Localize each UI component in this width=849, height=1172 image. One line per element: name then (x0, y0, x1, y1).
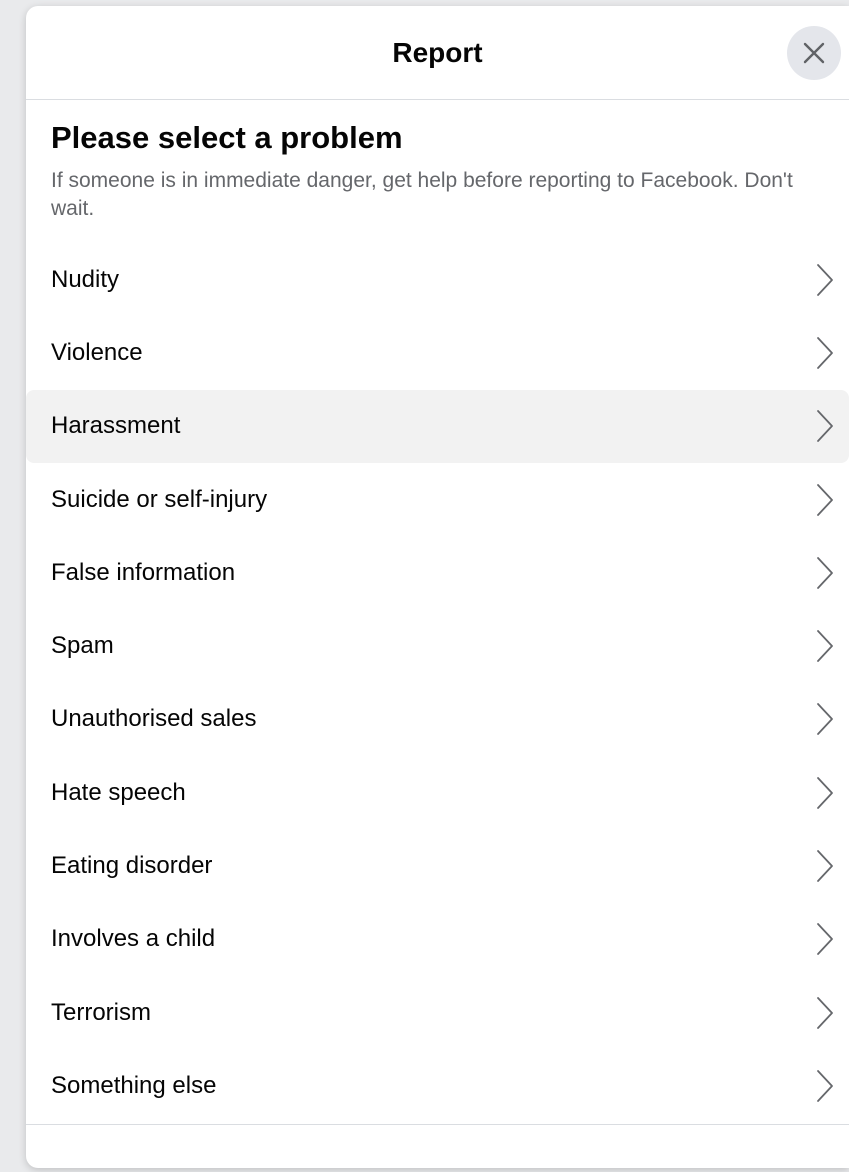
footer-divider (26, 1124, 849, 1125)
problem-item[interactable]: Terrorism (26, 976, 849, 1049)
problem-item[interactable]: Eating disorder (26, 829, 849, 902)
problem-item-label: False information (51, 558, 236, 586)
problem-item-label: Harassment (51, 412, 181, 440)
problem-item-label: Hate speech (51, 778, 186, 806)
chevron-right-icon (817, 923, 833, 956)
close-icon (803, 42, 825, 64)
problem-item[interactable]: Nudity (26, 243, 849, 316)
problem-item-label: Involves a child (51, 925, 216, 953)
problem-item-label: Terrorism (51, 998, 151, 1026)
problem-item-label: Unauthorised sales (51, 705, 257, 733)
problem-item-label: Something else (51, 1071, 217, 1099)
chevron-right-icon (817, 1070, 833, 1102)
dialog-title: Report (392, 37, 483, 68)
chevron-right-icon (817, 410, 833, 443)
chevron-right-icon (817, 703, 833, 736)
chevron-right-icon (817, 483, 833, 516)
chevron-right-icon (817, 337, 833, 369)
problem-item[interactable]: False information (26, 536, 849, 609)
problem-list: Nudity Violence Harassment Suicide or self-… (26, 243, 849, 1123)
problem-item[interactable]: Harassment (26, 389, 849, 463)
problem-item-label: Nudity (51, 265, 120, 293)
chevron-right-icon (817, 850, 833, 882)
report-dialog: Report Please select a problem If someon… (26, 6, 849, 1168)
close-button[interactable] (787, 26, 841, 80)
problem-item-label: Violence (51, 338, 143, 366)
intro-section: Please select a problem If someone is in… (51, 119, 841, 223)
chevron-right-icon (817, 630, 833, 663)
problem-item[interactable]: Something else (26, 1049, 849, 1122)
problem-item[interactable]: Unauthorised sales (26, 683, 849, 756)
problem-item[interactable]: Suicide or self-injury (26, 463, 849, 536)
intro-heading: Please select a problem (51, 120, 403, 155)
problem-item-label: Suicide or self-injury (51, 485, 268, 513)
dialog-header: Report (26, 6, 849, 100)
chevron-right-icon (817, 263, 833, 296)
problem-item[interactable]: Spam (26, 609, 849, 682)
problem-item[interactable]: Involves a child (26, 903, 849, 976)
problem-item[interactable]: Violence (26, 316, 849, 389)
chevron-right-icon (817, 776, 833, 809)
problem-item-label: Eating disorder (51, 852, 213, 880)
problem-item-label: Spam (51, 632, 114, 660)
problem-item[interactable]: Hate speech (26, 756, 849, 829)
chevron-right-icon (817, 996, 833, 1029)
intro-subtext: If someone is in immediate danger, get h… (51, 169, 793, 220)
chevron-right-icon (817, 556, 833, 589)
